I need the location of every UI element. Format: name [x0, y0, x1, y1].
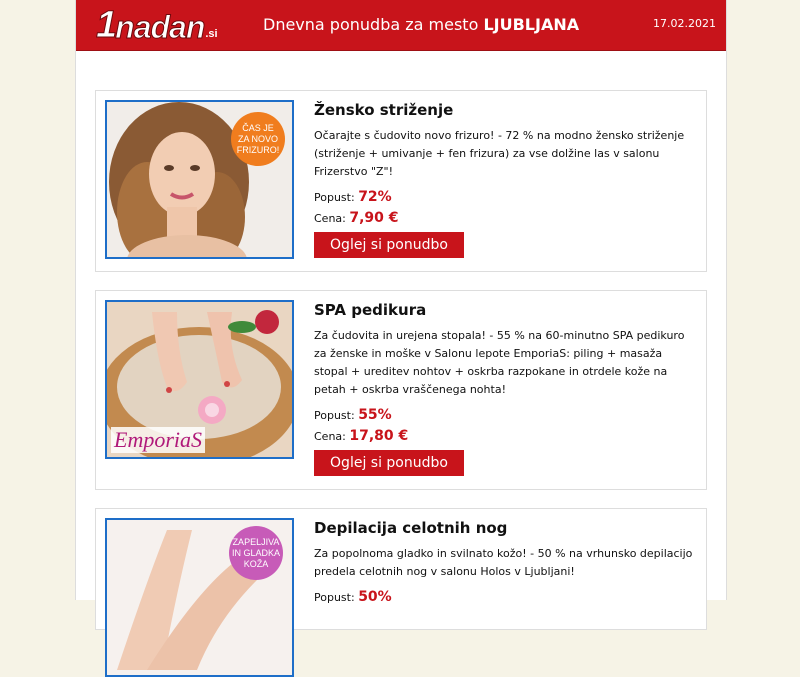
logo-word: nadan — [115, 9, 206, 45]
promo-badge: ZAPELJIVA IN GLADKA KOŽA — [229, 526, 283, 580]
offer-description: Za popolnoma gladko in svilnato kožo! - … — [314, 547, 693, 578]
price-row: Cena: 17,80 € — [314, 426, 699, 447]
badge-line: IN GLADKA — [231, 547, 280, 558]
salon-logo-accent: S — [191, 427, 202, 452]
offer-description: Očarajte s čudovito novo frizuro! - 72 %… — [314, 129, 685, 178]
offer-card: ČAS JE ZA NOVO FRIZURO! Žensko striženje… — [95, 90, 707, 272]
price-value: 7,90 € — [349, 210, 399, 226]
discount-row: Popust: 50% — [314, 587, 699, 608]
page-title: Dnevna ponudba za mesto LJUBLJANA — [263, 15, 579, 35]
badge-line: FRIZURO! — [236, 144, 280, 155]
salon-logo: EmporiaS — [111, 427, 205, 453]
salon-logo-text: Emporia — [114, 427, 191, 452]
discount-label: Popust: — [314, 591, 355, 604]
price-label: Cena: — [314, 212, 346, 225]
offer-card: ZAPELJIVA IN GLADKA KOŽA Depilacija celo… — [95, 508, 707, 677]
title-city: LJUBLJANA — [483, 15, 580, 34]
view-offer-button[interactable]: Oglej si ponudbo — [314, 232, 464, 258]
discount-value: 55% — [358, 407, 392, 423]
promo-badge: ČAS JE ZA NOVO FRIZURO! — [231, 112, 285, 166]
offer-image[interactable]: ČAS JE ZA NOVO FRIZURO! — [105, 100, 294, 259]
logo-tld: .si — [205, 28, 218, 40]
logo[interactable]: 1 nadan .si — [95, 4, 218, 46]
discount-label: Popust: — [314, 409, 355, 422]
price-label: Cena: — [314, 430, 346, 443]
price-value: 17,80 € — [349, 428, 409, 444]
offer-title[interactable]: SPA pedikura — [314, 299, 699, 321]
badge-line: ČAS JE — [242, 122, 274, 133]
offer-title[interactable]: Žensko striženje — [314, 99, 699, 121]
logo-number: 1 — [95, 4, 117, 46]
discount-row: Popust: 55% — [314, 405, 699, 426]
badge-line: ZAPELJIVA — [232, 536, 280, 547]
newsletter: 1 nadan .si Dnevna ponudba za mesto LJUBLJ… — [75, 0, 727, 677]
offer-image[interactable]: EmporiaS — [105, 300, 294, 459]
title-prefix: Dnevna ponudba za mesto — [263, 15, 479, 34]
price-row: Cena: 7,90 € — [314, 208, 699, 229]
offer-description: Za čudovita in urejena stopala! - 55 % n… — [314, 329, 685, 396]
discount-label: Popust: — [314, 191, 355, 204]
header-date: 17.02.2021 — [653, 17, 716, 30]
discount-row: Popust: 72% — [314, 187, 699, 208]
view-offer-button[interactable]: Oglej si ponudbo — [314, 450, 464, 476]
offer-title[interactable]: Depilacija celotnih nog — [314, 517, 699, 539]
badge-line: ZA NOVO — [237, 133, 278, 144]
header-bar: 1 nadan .si Dnevna ponudba za mesto LJUBLJ… — [76, 0, 726, 51]
offer-card: EmporiaS SPA pedikura Za čudovita in ure… — [95, 290, 707, 490]
discount-value: 50% — [358, 589, 392, 605]
offer-image[interactable]: ZAPELJIVA IN GLADKA KOŽA — [105, 518, 294, 677]
badge-line: KOŽA — [243, 558, 269, 569]
discount-value: 72% — [358, 189, 392, 205]
